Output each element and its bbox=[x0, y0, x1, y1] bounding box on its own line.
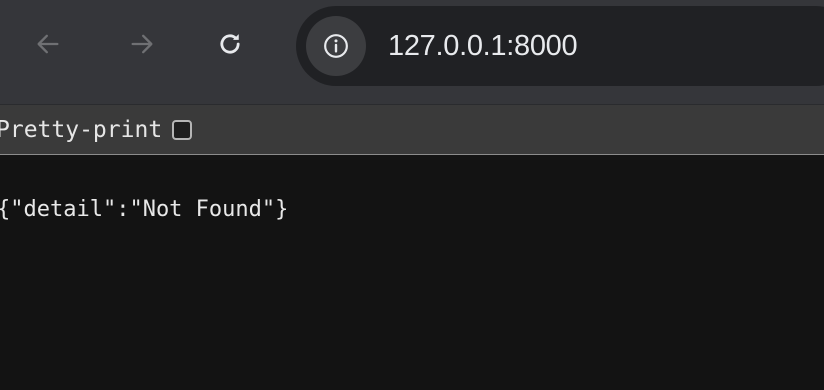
browser-window: 127.0.0.1:8000 Pretty-print {"detail":"N… bbox=[0, 0, 824, 390]
site-info-button[interactable] bbox=[306, 16, 366, 76]
url-text[interactable]: 127.0.0.1:8000 bbox=[388, 28, 578, 64]
reload-button[interactable] bbox=[210, 24, 250, 64]
json-response-body: {"detail":"Not Found"} bbox=[0, 197, 289, 222]
forward-button[interactable] bbox=[122, 24, 162, 64]
info-icon bbox=[324, 34, 348, 58]
page-content: {"detail":"Not Found"} bbox=[0, 155, 824, 390]
address-bar[interactable]: 127.0.0.1:8000 bbox=[296, 6, 824, 86]
arrow-left-icon bbox=[37, 34, 59, 54]
reload-icon bbox=[220, 34, 240, 54]
arrow-right-icon bbox=[131, 34, 153, 54]
pretty-print-label: Pretty-print bbox=[0, 116, 163, 143]
browser-toolbar: 127.0.0.1:8000 bbox=[0, 0, 824, 105]
pretty-print-checkbox[interactable] bbox=[172, 119, 193, 140]
pretty-print-bar: Pretty-print bbox=[0, 105, 824, 155]
back-button[interactable] bbox=[28, 24, 68, 64]
